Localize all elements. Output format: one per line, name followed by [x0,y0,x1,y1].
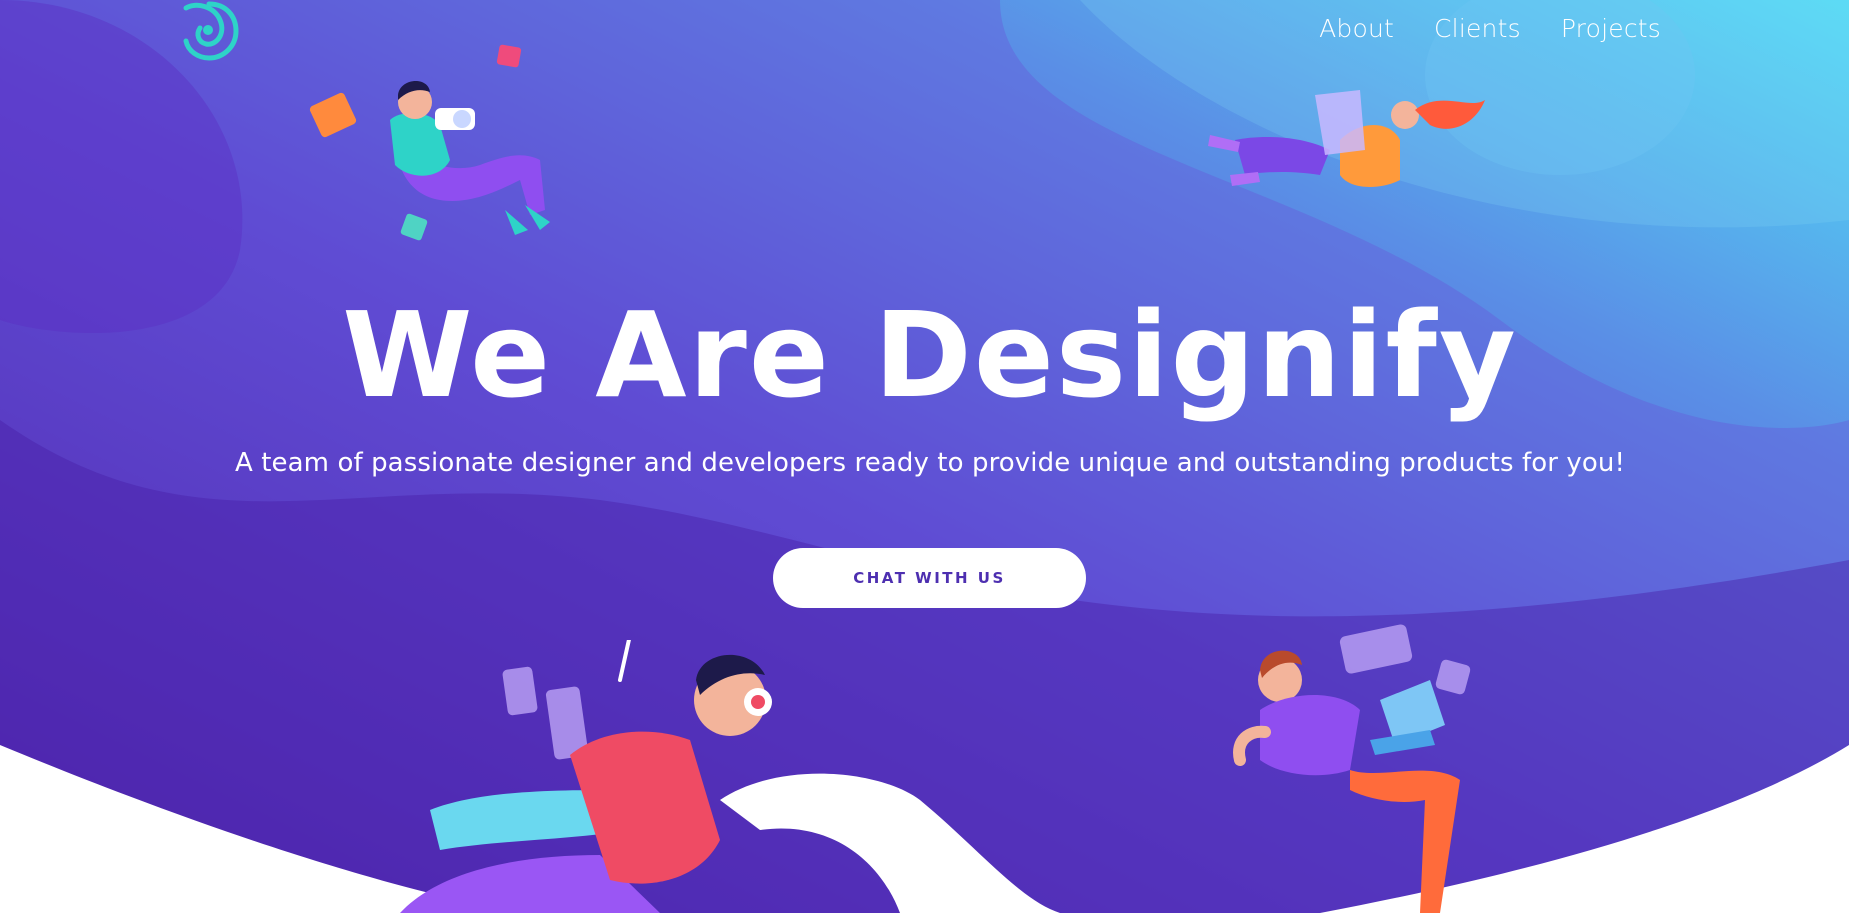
hero-title: We Are Designify [342,286,1518,424]
chat-with-us-button[interactable]: CHAT WITH US [773,548,1086,608]
main-nav: About Clients Projects [1319,14,1661,43]
hero-section: About Clients Projects We Are Designify … [0,0,1849,913]
laptop-woman-illustration [1208,90,1485,187]
hero-subtitle: A team of passionate designer and develo… [234,448,1625,478]
designify-logo-icon[interactable] [176,0,242,66]
photographer-illustration [309,44,550,241]
nav-link-projects[interactable]: Projects [1561,14,1661,43]
nav-link-clients[interactable]: Clients [1434,14,1521,43]
nav-link-about[interactable]: About [1319,14,1394,43]
headphones-designer-illustration [400,640,772,913]
developer-illustration [1233,624,1471,913]
